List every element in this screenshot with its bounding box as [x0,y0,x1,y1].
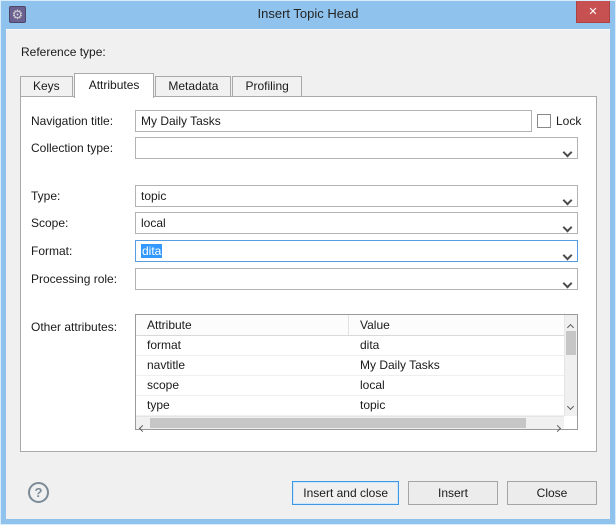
scope-label: Scope: [31,212,68,234]
attribute-cell: scope [136,376,349,395]
table-header: Attribute Value [136,315,564,336]
format-label: Format: [31,240,72,262]
collection-type-row: Collection type: [21,137,596,159]
close-glyph: ✕ [588,5,597,18]
format-row: Format: dita [21,240,596,262]
chevron-down-icon [564,220,571,234]
attribute-cell: type [136,396,349,415]
question-mark-icon: ? [35,485,43,500]
attribute-cell: format [136,336,349,355]
close-button[interactable]: Close [507,481,597,505]
type-label: Type: [31,185,60,207]
other-attributes-table: Attribute Value formatditanavtitleMy Dai… [135,314,578,430]
insert-and-close-button[interactable]: Insert and close [292,481,399,505]
tab-profiling[interactable]: Profiling [232,76,301,96]
horizontal-scrollbar[interactable] [136,416,564,429]
attributes-tab-panel: Navigation title: Lock Collection type: … [20,96,597,452]
insert-button[interactable]: Insert [408,481,498,505]
dialog-title: Insert Topic Head [1,1,615,29]
processing-role-label: Processing role: [31,268,117,290]
scroll-down-icon[interactable] [568,398,573,412]
value-cell: topic [349,396,564,415]
chevron-down-icon [564,248,571,262]
navigation-title-input[interactable] [135,110,532,132]
chevron-down-icon [564,276,571,290]
attribute-cell: navtitle [136,356,349,375]
value-cell: My Daily Tasks [349,356,564,375]
title-bar[interactable]: ⚙ Insert Topic Head ✕ [1,1,615,29]
chevron-down-icon [564,145,571,159]
scroll-left-icon[interactable] [140,420,145,434]
vertical-scrollbar-thumb[interactable] [566,331,576,355]
lock-checkbox[interactable] [537,114,551,128]
tab-metadata[interactable]: Metadata [155,76,231,96]
table-row[interactable]: scopelocal [136,376,564,396]
collection-type-label: Collection type: [31,137,113,159]
help-button[interactable]: ? [28,482,49,503]
tab-keys[interactable]: Keys [20,76,73,96]
dialog-buttons: Insert and close Insert Close [292,481,597,505]
processing-role-row: Processing role: [21,268,596,290]
vertical-scrollbar[interactable] [564,315,577,416]
column-header-value[interactable]: Value [349,315,564,335]
table-row[interactable]: formatdita [136,336,564,356]
scope-combobox[interactable]: local [135,212,578,234]
table-row[interactable]: navtitleMy Daily Tasks [136,356,564,376]
horizontal-scrollbar-thumb[interactable] [150,418,526,428]
value-cell: local [349,376,564,395]
close-icon[interactable]: ✕ [576,1,610,23]
format-combobox[interactable]: dita [135,240,578,262]
reference-type-label: Reference type: [21,45,106,59]
attributes-table-body: formatditanavtitleMy Daily Tasksscopeloc… [136,336,564,416]
collection-type-combobox[interactable] [135,137,578,159]
navigation-title-row: Navigation title: Lock [21,110,596,132]
table-row[interactable]: typetopic [136,396,564,416]
other-attributes-label: Other attributes: [31,320,117,334]
tab-attributes[interactable]: Attributes [74,73,155,98]
lock-label: Lock [556,110,581,132]
type-combobox[interactable]: topic [135,185,578,207]
type-row: Type: topic [21,185,596,207]
value-cell: dita [349,336,564,355]
scroll-right-icon[interactable] [555,420,560,434]
selected-text: dita [141,244,162,258]
scope-row: Scope: local [21,212,596,234]
column-header-attribute[interactable]: Attribute [136,315,349,335]
processing-role-combobox[interactable] [135,268,578,290]
dialog-window: ⚙ Insert Topic Head ✕ Reference type: Ke… [0,0,616,525]
dialog-client-area: Reference type: Keys Attributes Metadata… [6,29,610,519]
navigation-title-label: Navigation title: [31,110,113,132]
tab-strip: Keys Attributes Metadata Profiling [20,73,303,98]
chevron-down-icon [564,193,571,207]
